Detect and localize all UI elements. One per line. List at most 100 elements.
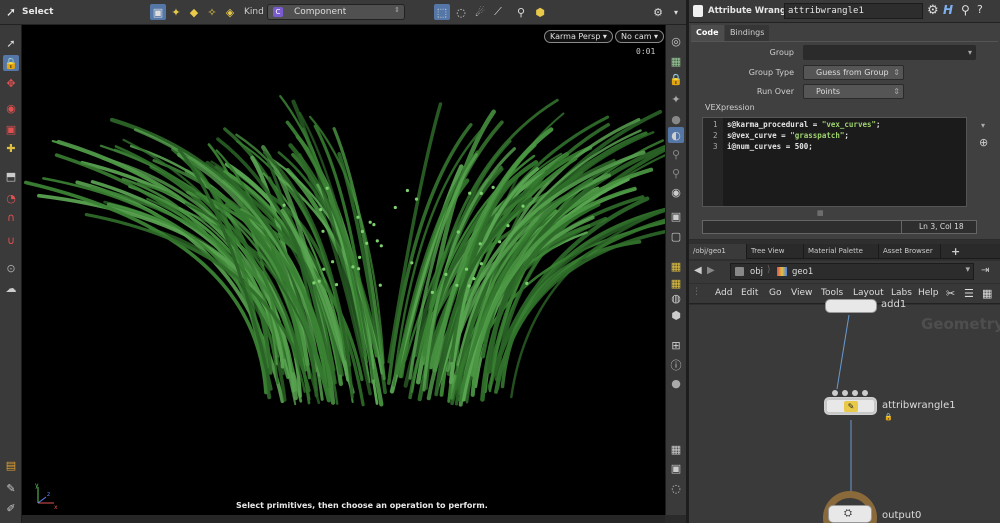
tab-tree-view[interactable]: Tree View — [747, 244, 804, 259]
forward-arrow-icon[interactable]: ▶ — [707, 265, 715, 276]
magnet-grid-icon[interactable]: ∪ — [3, 232, 19, 248]
node-name-field[interactable]: attribwrangle1 — [784, 3, 923, 19]
select-faces-button[interactable]: ✧ — [204, 4, 220, 20]
resize-handle-icon[interactable]: ▦ — [817, 209, 824, 217]
tab-obj-geo1[interactable]: /obj/geo1 — [689, 244, 747, 259]
info-icon[interactable]: ⓘ — [668, 357, 684, 373]
help-icon[interactable]: ? — [977, 3, 983, 16]
back-arrow-icon[interactable]: ◀ — [694, 265, 702, 276]
bg-display-icon[interactable]: ▢ — [668, 228, 684, 244]
select-edges-button[interactable]: ◆ — [186, 4, 202, 20]
menu-labs[interactable]: Labs — [891, 288, 912, 298]
param-gear-icon[interactable]: ⚙ — [927, 3, 939, 18]
search-icon[interactable]: ⚲ — [961, 3, 970, 17]
rotate-tool-icon[interactable]: ◉ — [3, 100, 19, 116]
grid-view-icon[interactable]: ▦ — [982, 287, 992, 300]
scene-viewport[interactable]: Karma Persp ▾ No cam ▾ 0:01 Select primi… — [22, 25, 665, 515]
group-type-value: Guess from Group — [816, 68, 889, 77]
menu-add[interactable]: Add — [715, 288, 732, 298]
sphere-icon[interactable]: ● — [668, 375, 684, 391]
kind-dropdown[interactable]: C Component ⇕ — [267, 4, 405, 20]
jump-icon[interactable]: ⇥ — [981, 265, 989, 276]
menu-view[interactable]: View — [791, 288, 812, 298]
path-dropdown-icon[interactable]: ▾ — [965, 265, 970, 275]
brush-select-button[interactable]: ☄ — [472, 4, 488, 20]
group-type-dropdown[interactable]: Guess from Group ⇕ — [803, 65, 904, 80]
kind-badge: C — [273, 7, 283, 17]
add-node-label: add1 — [881, 299, 907, 310]
path-field[interactable]: obj ⟩ geo1 ▾ — [730, 263, 974, 280]
vex-editor[interactable]: 1 2 3 s@karma_procedural = "vex_curves";… — [702, 117, 967, 207]
snap-tool-icon[interactable]: ◔ — [3, 190, 19, 206]
separator-icon: ⟩ — [767, 265, 771, 275]
menu-layout[interactable]: Layout — [853, 288, 884, 298]
tab-code[interactable]: Code — [691, 25, 724, 41]
select-groups-button[interactable]: ⬢ — [532, 4, 548, 20]
select-points-button[interactable]: ✦ — [168, 4, 184, 20]
pose-tool-icon[interactable]: ⬒ — [3, 168, 19, 184]
layout-icon[interactable]: ▦ — [668, 441, 684, 457]
add-tab-button[interactable]: + — [947, 244, 964, 259]
render-region-icon[interactable]: ☁ — [3, 280, 19, 296]
no-cam-menu-button[interactable]: No cam ▾ — [615, 30, 665, 43]
wire-shade-icon[interactable]: ◐ — [668, 127, 684, 143]
shelf-icon[interactable]: ▤ — [3, 457, 19, 473]
axis-z-label: z — [47, 491, 50, 498]
scroll-arrow-icon[interactable]: ▾ — [981, 121, 985, 130]
camera-menu-button[interactable]: Karma Persp ▾ — [544, 30, 613, 43]
select-primitives-button[interactable]: ▣ — [150, 4, 166, 20]
select-vertices-button[interactable]: ◈ — [222, 4, 238, 20]
lasso-select-button[interactable]: ◌ — [453, 4, 469, 20]
brush-tool-icon[interactable]: ✎ — [3, 480, 19, 496]
viewer-menu-icon[interactable]: ▾ — [668, 4, 684, 20]
group-field[interactable]: ▾ — [803, 45, 976, 60]
camera-display-icon[interactable]: ◉ — [668, 184, 684, 200]
toggle-grid-icon[interactable]: ▦ — [668, 258, 684, 274]
grid-display-icon[interactable]: ▣ — [668, 208, 684, 224]
shading-sphere-icon[interactable]: ● — [668, 111, 684, 127]
display-options-icon[interactable]: ◎ — [668, 33, 684, 49]
capture-icon[interactable]: ▣ — [668, 460, 684, 476]
snapshot-icon[interactable]: ⬢ — [668, 307, 684, 323]
view-tool-icon[interactable]: ⊙ — [3, 260, 19, 276]
menu-go[interactable]: Go — [769, 288, 781, 298]
handle-tool-icon[interactable]: ✚ — [3, 140, 19, 156]
ghost-objects-icon[interactable]: ▦ — [668, 53, 684, 69]
help-h-icon[interactable]: H — [943, 3, 953, 17]
tab-material-palette[interactable]: Material Palette — [804, 244, 879, 259]
move-tool-icon[interactable]: ✥ — [3, 75, 19, 91]
menu-help[interactable]: Help — [918, 288, 939, 298]
render-icon[interactable]: ◍ — [668, 290, 684, 306]
menu-tools[interactable]: Tools — [821, 288, 843, 298]
group-type-label: Group Type — [748, 68, 794, 77]
attribwrangle-node[interactable]: ✎ — [824, 397, 877, 415]
visibility-icon[interactable]: ✦ — [668, 91, 684, 107]
output-node[interactable]: ⛭ — [828, 505, 872, 523]
tab-bindings[interactable]: Bindings — [725, 25, 770, 41]
scale-tool-icon[interactable]: ▣ — [3, 121, 19, 137]
box-select-button[interactable]: ⬚ — [434, 4, 450, 20]
add-node[interactable] — [825, 299, 877, 313]
select-tool-icon[interactable]: ➚ — [3, 35, 19, 51]
paint-tool-icon[interactable]: ✐ — [3, 500, 19, 516]
network-canvas[interactable]: Geometry add1 ✎ attribwrangle1 🔒 ⛭ outpu… — [689, 299, 1000, 523]
list-view-icon[interactable]: ☰ — [964, 287, 974, 300]
insert-icon[interactable]: ⊕ — [979, 136, 988, 149]
run-over-dropdown[interactable]: Points ⇕ — [803, 84, 904, 99]
safe-area-icon[interactable]: ⊞ — [668, 337, 684, 353]
menu-edit[interactable]: Edit — [741, 288, 758, 298]
flipbook-icon[interactable]: ▦ — [668, 275, 684, 291]
network-tabs: /obj/geo1 Tree View Material Palette Ass… — [689, 244, 1000, 259]
settings-icon[interactable]: ◌ — [668, 480, 684, 496]
normal-display-icon[interactable]: ⚲ — [668, 165, 684, 181]
magnet-icon[interactable]: ∩ — [3, 209, 19, 225]
tab-asset-browser[interactable]: Asset Browser — [879, 244, 941, 259]
laser-select-button[interactable]: ⟋ — [490, 4, 506, 20]
tools-icon[interactable]: ✂ — [946, 287, 955, 300]
viewer-lock-icon[interactable]: 🔒 — [668, 71, 684, 87]
point-display-icon[interactable]: ⚲ — [668, 146, 684, 162]
select-arrow-icon: ➚ — [6, 5, 17, 19]
viewer-gear-icon[interactable]: ⚙ — [650, 4, 666, 20]
lock-icon[interactable]: 🔒 — [3, 55, 19, 71]
secure-selection-button[interactable]: ⚲ — [513, 4, 529, 20]
